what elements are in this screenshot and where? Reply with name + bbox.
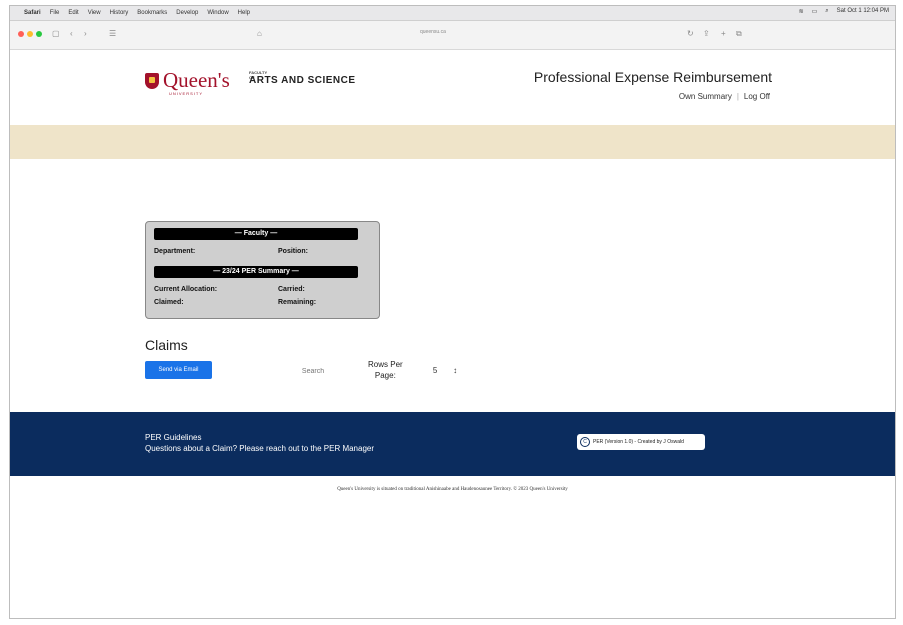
new-tab-icon[interactable]: + bbox=[721, 29, 726, 38]
per-guidelines-link[interactable]: PER Guidelines bbox=[145, 433, 201, 442]
menu-bookmarks[interactable]: Bookmarks bbox=[137, 10, 167, 16]
home-icon[interactable]: ⌂ bbox=[257, 29, 262, 38]
version-badge-text: PER (Version 1.0) - Created by J Oswald bbox=[593, 439, 684, 445]
faculty-name: ARTS AND SCIENCE bbox=[249, 75, 356, 86]
log-off-link[interactable]: Log Off bbox=[744, 92, 770, 101]
remaining-label: Remaining: bbox=[278, 299, 317, 306]
rows-per-page-select[interactable]: 5 ↕ bbox=[425, 362, 465, 378]
faculty-header: — Faculty — bbox=[154, 228, 358, 240]
browser-window: Safari File Edit View History Bookmarks … bbox=[9, 5, 896, 619]
rows-per-page-label-line2: Page: bbox=[374, 371, 396, 380]
reload-icon[interactable]: ↻ bbox=[687, 29, 694, 38]
search-icon[interactable]: ⌕ bbox=[825, 8, 828, 15]
claimed-label: Claimed: bbox=[154, 299, 184, 306]
sidebar-icon[interactable]: ▢ bbox=[52, 29, 60, 38]
queens-crest-icon bbox=[145, 72, 159, 89]
send-via-email-button[interactable]: Send via Email bbox=[145, 361, 212, 379]
menu-window[interactable]: Window bbox=[207, 10, 228, 16]
share-icon[interactable]: ⇪ bbox=[703, 29, 710, 38]
rows-per-page-value: 5 bbox=[432, 365, 438, 375]
footer-text: PER Guidelines Questions about a Claim? … bbox=[145, 432, 374, 454]
own-summary-link[interactable]: Own Summary bbox=[679, 92, 732, 101]
header-nav: Own Summary | Log Off bbox=[679, 92, 770, 101]
carried-label: Carried: bbox=[278, 286, 305, 293]
current-allocation-label: Current Allocation: bbox=[154, 286, 218, 293]
menubar-clock[interactable]: Sat Oct 1 12:04 PM bbox=[837, 8, 889, 15]
brand-name: Queen's bbox=[163, 68, 230, 92]
menu-history[interactable]: History bbox=[110, 10, 129, 16]
menu-edit[interactable]: Edit bbox=[68, 10, 78, 16]
footer-questions: Questions about a Claim? Please reach ou… bbox=[145, 444, 375, 453]
menu-help[interactable]: Help bbox=[238, 10, 250, 16]
page-title: Professional Expense Reimbursement bbox=[533, 69, 772, 85]
rows-per-page-label: Rows Per Page: bbox=[368, 359, 403, 381]
forward-icon[interactable]: › bbox=[84, 29, 87, 38]
address-bar[interactable]: queensu.ca bbox=[420, 29, 446, 35]
menu-app[interactable]: Safari bbox=[24, 10, 41, 16]
menu-develop[interactable]: Develop bbox=[176, 10, 198, 16]
department-label: Department: bbox=[154, 248, 196, 255]
search-input[interactable] bbox=[283, 361, 343, 381]
zoom-icon[interactable] bbox=[36, 31, 42, 37]
close-icon[interactable] bbox=[18, 31, 24, 37]
minimize-icon[interactable] bbox=[27, 31, 33, 37]
menu-view[interactable]: View bbox=[88, 10, 101, 16]
nav-separator: | bbox=[736, 92, 739, 101]
window-controls bbox=[18, 31, 42, 37]
version-badge[interactable]: C PER (Version 1.0) - Created by J Oswal… bbox=[577, 434, 705, 450]
menu-file[interactable]: File bbox=[50, 10, 60, 16]
mac-menubar: Safari File Edit View History Bookmarks … bbox=[10, 6, 895, 21]
back-icon[interactable]: ‹ bbox=[70, 29, 73, 38]
summary-card: — Faculty — Department: Position: — 23/2… bbox=[145, 221, 380, 319]
banner-strip bbox=[10, 125, 895, 159]
site-footer: PER Guidelines Questions about a Claim? … bbox=[10, 412, 895, 476]
rows-per-page-label-line1: Rows Per bbox=[368, 360, 403, 369]
tabs-icon[interactable]: ⧉ bbox=[736, 29, 742, 39]
wifi-icon[interactable]: ≋ bbox=[799, 8, 804, 15]
creator-logo-icon: C bbox=[580, 437, 590, 447]
select-arrows-icon: ↕ bbox=[453, 365, 458, 375]
position-label: Position: bbox=[278, 248, 308, 255]
claims-heading: Claims bbox=[145, 337, 188, 353]
per-summary-header: — 23/24 PER Summary — bbox=[154, 266, 358, 278]
page-content: Queen's UNIVERSITY FACULTY OF ARTS AND S… bbox=[10, 50, 895, 618]
browser-toolbar: ▢ ‹ › ☰ ⌂ queensu.ca ↻ ⇪ + ⧉ bbox=[10, 21, 895, 50]
land-acknowledgement: Queen's University is situated on tradit… bbox=[337, 487, 568, 492]
menubar-status: ≋ ▭ ⌕ Sat Oct 1 12:04 PM bbox=[799, 8, 889, 15]
brand-university: UNIVERSITY bbox=[169, 91, 204, 96]
queens-logo[interactable]: Queen's UNIVERSITY FACULTY OF ARTS AND S… bbox=[145, 68, 355, 96]
tab-overview-icon[interactable]: ☰ bbox=[109, 29, 116, 38]
battery-icon[interactable]: ▭ bbox=[812, 8, 818, 15]
